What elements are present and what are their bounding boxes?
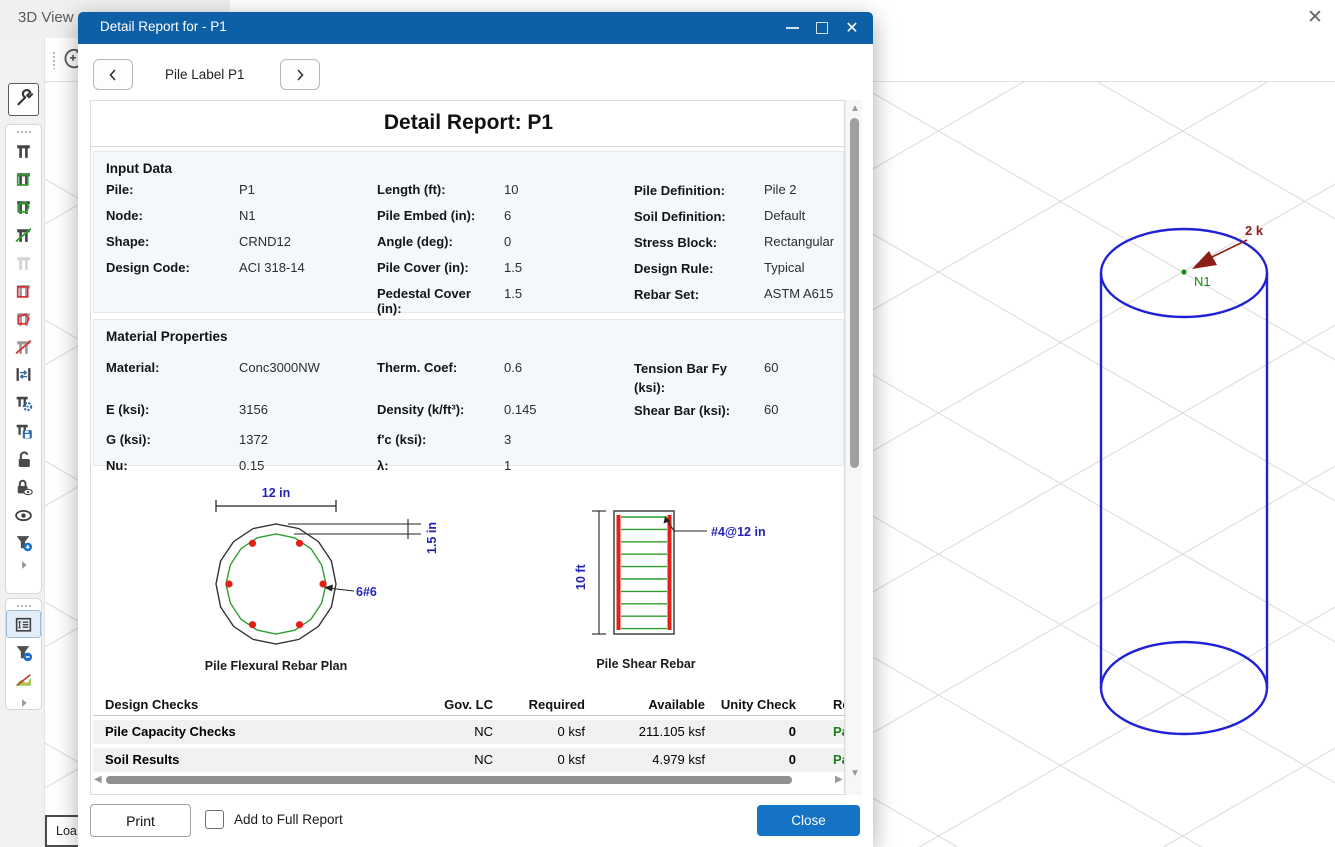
dialog-title: Detail Report for - P1: [100, 19, 227, 34]
result-contour-icon[interactable]: [6, 666, 41, 694]
input-row: Node:N1 Pile Embed (in):6 Soil Definitio…: [94, 208, 843, 234]
pile-label: Pile Label P1: [165, 67, 245, 82]
input-data-panel: Input Data Pile:P1 Length (ft):10 Pile D…: [93, 151, 844, 313]
flexural-caption: Pile Flexural Rebar Plan: [176, 659, 376, 673]
next-pile-button[interactable]: [280, 59, 320, 90]
material-properties-title: Material Properties: [106, 329, 228, 344]
member-spacing-icon[interactable]: [6, 360, 41, 388]
horizontal-scrollbar[interactable]: ◀ ▶: [93, 773, 844, 787]
add-to-full-report-checkbox[interactable]: [205, 810, 224, 829]
horizontal-scroll-thumb[interactable]: [106, 776, 792, 784]
toolbar-drag-handle[interactable]: [50, 51, 58, 69]
shear-bar-callout: #4@12 in: [711, 525, 766, 539]
scroll-down-icon[interactable]: ▼: [850, 768, 860, 779]
input-data-title: Input Data: [106, 161, 172, 176]
report-body: Detail Report: P1 Input Data Pile:P1 Len…: [90, 100, 845, 795]
box-select-icon[interactable]: [6, 164, 41, 192]
input-row: Design Code:ACI 318-14 Pile Cover (in):1…: [94, 260, 843, 286]
node-marker[interactable]: N1: [1181, 269, 1210, 289]
flexural-bar-callout: 6#6: [356, 585, 377, 599]
material-row: Material:Conc3000NW Therm. Coef:0.6 Tens…: [94, 360, 843, 386]
heading-divider: [91, 146, 845, 147]
group-drag-handle[interactable]: [16, 128, 32, 136]
close-window-button[interactable]: ✕: [837, 12, 867, 44]
shear-ties: [621, 517, 667, 629]
scroll-up-icon[interactable]: ▲: [850, 103, 860, 114]
application-window: 3D View ✕: [0, 0, 1335, 847]
scroll-left-icon[interactable]: ◀: [94, 774, 102, 785]
expand-arrow-icon[interactable]: [6, 556, 41, 574]
flexural-cover-dim: 1.5 in: [425, 522, 439, 554]
pile-navigation-bar: Pile Label P1: [78, 44, 873, 100]
material-row: E (ksi):3156 Density (k/ft³):0.145 Shear…: [94, 402, 843, 428]
maximize-icon: [816, 22, 828, 34]
maximize-button[interactable]: [807, 12, 837, 44]
frame-save-icon[interactable]: [6, 416, 41, 444]
report-tool-group: [5, 598, 42, 710]
minimize-button[interactable]: [777, 12, 807, 44]
previous-pile-button[interactable]: [93, 59, 133, 90]
lock-visibility-icon[interactable]: [6, 472, 41, 500]
unlock-icon[interactable]: [6, 444, 41, 472]
shear-caption: Pile Shear Rebar: [546, 657, 746, 671]
view-close-icon[interactable]: ✕: [1303, 6, 1327, 30]
line-unselect-icon[interactable]: [6, 332, 41, 360]
input-row: Shape:CRND12 Angle (deg):0 Stress Block:…: [94, 234, 843, 260]
add-to-full-report-label: Add to Full Report: [234, 812, 343, 827]
close-icon: ✕: [845, 18, 858, 38]
chevron-right-icon: [293, 68, 307, 82]
detail-report-icon[interactable]: [6, 610, 41, 638]
shear-rebar-diagram: 10 ft #4@12 in: [571, 479, 791, 659]
load-value-label: 2 k: [1245, 223, 1264, 238]
group-drag-handle-2[interactable]: [16, 602, 32, 610]
material-row: G (ksi):1372 f'c (ksi):3: [94, 432, 843, 458]
unselect-frame-icon[interactable]: [6, 248, 41, 276]
expand-arrow-icon-2[interactable]: [6, 694, 41, 712]
pile-cylinder[interactable]: [1101, 229, 1267, 734]
tools-button[interactable]: [8, 83, 39, 116]
input-row: Pile:P1 Length (ft):10 Pile Definition:P…: [94, 182, 843, 208]
pile-outline: [216, 524, 336, 644]
tie-ring: [226, 534, 326, 634]
dialog-footer: Print Add to Full Report Close: [78, 795, 873, 847]
tab-3d-view-label: 3D View: [18, 9, 74, 26]
report-heading: Detail Report: P1: [91, 111, 845, 135]
filter-apply-icon[interactable]: [6, 528, 41, 556]
line-select-icon[interactable]: [6, 220, 41, 248]
filter-remove-icon[interactable]: [6, 638, 41, 666]
frame-settings-icon[interactable]: [6, 388, 41, 416]
shear-height-dim: 10 ft: [574, 563, 588, 590]
select-frame-icon[interactable]: [6, 136, 41, 164]
minimize-icon: [786, 27, 799, 29]
flexural-rebar-diagram: 12 in 1.5 in: [176, 479, 486, 659]
checks-header-row: Design Checks Gov. LC Required Available…: [93, 693, 844, 716]
polygon-select-icon[interactable]: [6, 192, 41, 220]
input-row: Pedestal Cover (in):1.5 Rebar Set:ASTM A…: [94, 286, 843, 312]
vertical-scroll-thumb[interactable]: [850, 118, 859, 468]
polygon-unselect-icon[interactable]: [6, 304, 41, 332]
checks-row-pile-capacity[interactable]: Pile Capacity Checks NC 0 ksf 211.105 ks…: [93, 720, 844, 744]
chevron-left-icon: [106, 68, 120, 82]
scroll-right-icon[interactable]: ▶: [835, 774, 843, 785]
selection-tool-group: [5, 124, 42, 594]
dialog-title-bar[interactable]: Detail Report for - P1 ✕: [78, 12, 873, 44]
left-toolbar-rail: [0, 38, 45, 847]
visibility-icon[interactable]: [6, 500, 41, 528]
checks-row-soil-results[interactable]: Soil Results NC 0 ksf 4.979 ksf 0 Pa: [93, 748, 844, 772]
flexural-width-dim: 12 in: [262, 486, 291, 500]
material-properties-panel: Material Properties Material:Conc3000NW …: [93, 319, 844, 466]
print-button[interactable]: Print: [90, 804, 191, 837]
wrench-icon: [14, 87, 34, 112]
node-label: N1: [1194, 274, 1211, 289]
vertical-scrollbar[interactable]: ▲ ▼: [845, 100, 862, 795]
close-button[interactable]: Close: [757, 805, 860, 836]
detail-report-dialog: Detail Report for - P1 ✕ Pile Label P1 D…: [78, 12, 873, 847]
box-unselect-icon[interactable]: [6, 276, 41, 304]
rebar-bars: [225, 540, 326, 629]
